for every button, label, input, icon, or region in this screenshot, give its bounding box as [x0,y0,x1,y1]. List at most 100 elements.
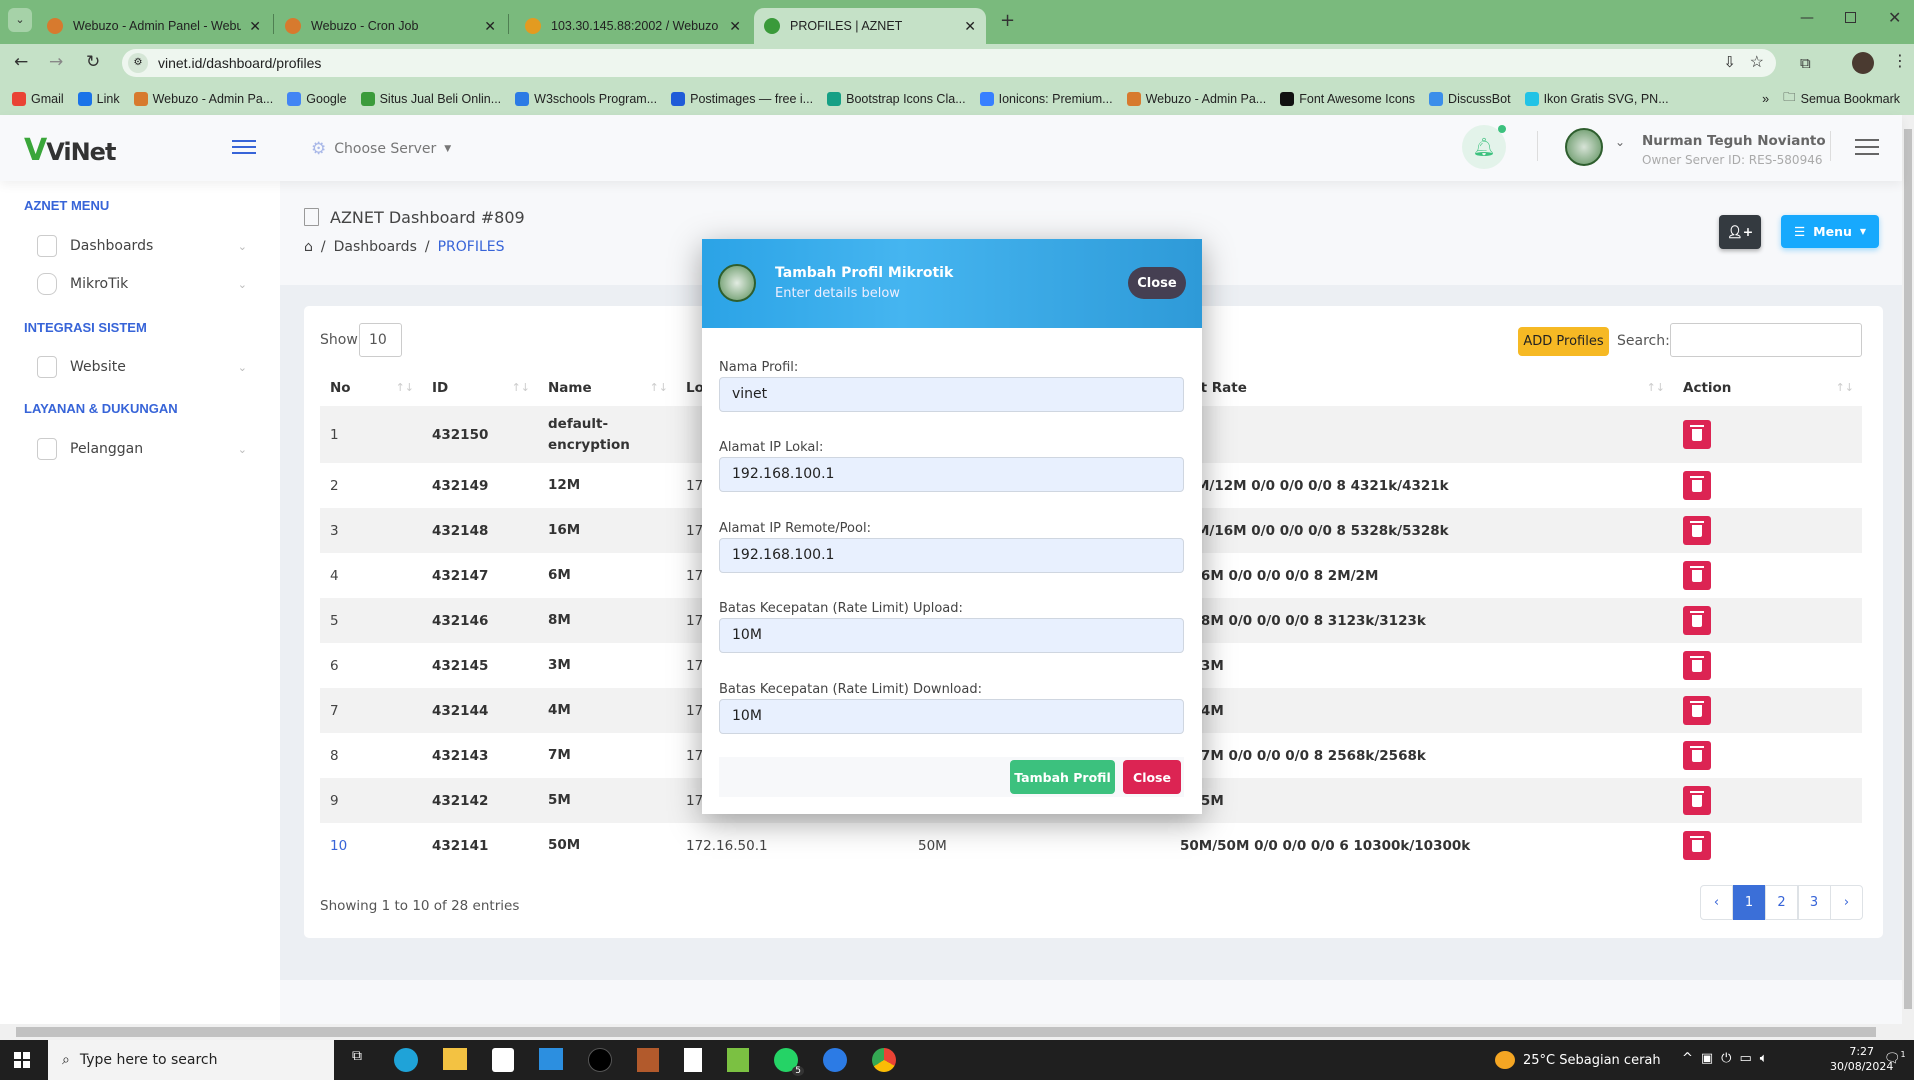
bookmark-item[interactable]: DiscussBot [1429,91,1511,106]
close-tab-icon[interactable]: ✕ [729,18,741,35]
tiktok-icon[interactable] [588,1048,612,1072]
tab-search-button[interactable]: ⌄ [8,8,32,32]
weather-widget[interactable]: 25°C Sebagian cerah [1495,1051,1661,1069]
forward-icon[interactable]: → [49,52,63,72]
bookmark-item[interactable]: Bootstrap Icons Cla... [827,91,966,106]
column-header[interactable]: it Rate ↑↓ [1170,370,1673,406]
extensions-icon[interactable]: ⧉ [1800,54,1811,72]
pagination-next[interactable]: › [1830,885,1863,920]
settings-menu-icon[interactable] [1855,139,1879,155]
new-tab-button[interactable]: + [1000,10,1015,31]
bookmark-item[interactable]: Ionicons: Premium... [979,91,1113,106]
delete-button[interactable] [1683,471,1711,500]
browser-tab[interactable]: Webuzo - Admin Panel - Webuzo ✕ [37,8,271,44]
notepad-icon[interactable] [727,1048,749,1072]
pagination-page-2[interactable]: 2 [1765,885,1798,920]
store-icon[interactable] [492,1048,514,1072]
page-length-select[interactable]: 10 [359,323,402,357]
restore-button[interactable] [1845,12,1856,23]
user-menu-chevron-icon[interactable]: ⌄ [1615,135,1625,149]
reload-icon[interactable]: ↻ [86,52,100,72]
vinet-logo[interactable]: VViNet [24,133,116,168]
system-tray[interactable]: ^▣⏻▭🔈︎ [1682,1051,1776,1066]
bookmark-item[interactable]: Gmail [12,91,64,106]
browser-tab[interactable]: PROFILES | AZNET ✕ [754,8,986,44]
column-header[interactable]: ID ↑↓ [422,370,538,406]
close-tab-icon[interactable]: ✕ [249,18,261,35]
browser-tab[interactable]: 103.30.145.88:2002 / Webuzo S ✕ [515,8,751,44]
install-app-icon[interactable]: ⇩ [1723,53,1736,71]
pagination-page-1[interactable]: 1 [1732,885,1766,920]
rate-upload-input[interactable]: 10M [719,618,1184,653]
bookmark-item[interactable]: Link [77,91,120,106]
chrome-icon[interactable] [872,1048,896,1072]
ip-lokal-input[interactable]: 192.168.100.1 [719,457,1184,492]
search-input[interactable] [1670,323,1862,357]
modal-close-button[interactable]: Close [1123,760,1181,794]
delete-button[interactable] [1683,516,1711,545]
column-header[interactable]: Action ↑↓ [1673,370,1862,406]
winrar-icon[interactable] [637,1048,659,1072]
delete-button[interactable] [1683,786,1711,815]
notification-center-icon[interactable]: 🗨︎1 [1884,1050,1906,1066]
bookmark-star-icon[interactable]: ☆ [1750,52,1764,72]
sidebar-item-mikrotik[interactable]: MikroTik ⌄ [37,273,247,295]
edge-icon[interactable] [394,1048,418,1072]
breadcrumb-dashboards[interactable]: Dashboards [334,239,417,255]
bookmark-item[interactable]: Postimages — free i... [671,91,813,106]
delete-button[interactable] [1683,696,1711,725]
delete-button[interactable] [1683,606,1711,635]
delete-button[interactable] [1683,651,1711,680]
pagination-prev[interactable]: ‹ [1700,885,1733,920]
close-tab-icon[interactable]: ✕ [964,18,976,35]
nama-profil-input[interactable]: vinet [719,377,1184,412]
notification-button[interactable]: 🔔︎ [1462,125,1506,169]
bookmark-item[interactable]: Google [287,91,347,106]
add-user-button[interactable]: 👤︎+ [1719,215,1761,249]
back-icon[interactable]: ← [14,52,28,72]
delete-button[interactable] [1683,741,1711,770]
bookmark-item[interactable]: Situs Jual Beli Onlin... [360,91,501,106]
profile-avatar[interactable] [1852,52,1874,74]
taskbar-search-box[interactable]: ⌕ Type here to search [48,1040,334,1080]
bookmark-item[interactable]: W3schools Program... [515,91,657,106]
horizontal-scrollbar[interactable] [0,1024,1914,1040]
column-header[interactable]: Name ↑↓ [538,370,676,406]
whatsapp-icon[interactable]: 5 [774,1048,804,1076]
delete-button[interactable] [1683,831,1711,860]
vertical-scrollbar[interactable] [1902,115,1914,1024]
column-header[interactable]: No ↑↓ [320,370,422,406]
bookmark-item[interactable]: Webuzo - Admin Pa... [133,91,273,106]
more-bookmarks-button[interactable]: » [1762,92,1769,106]
mail-icon[interactable] [539,1048,563,1070]
sidebar-item-website[interactable]: Website ⌄ [37,356,247,378]
sidebar-toggle-icon[interactable] [232,140,256,154]
browser-tab[interactable]: Webuzo - Cron Job ✕ [275,8,506,44]
browser-menu-icon[interactable]: ⋮ [1892,51,1908,70]
modal-close-top-button[interactable]: Close [1128,267,1186,299]
rate-download-input[interactable]: 10M [719,699,1184,734]
file-icon[interactable] [684,1048,702,1072]
minimize-button[interactable]: — [1800,10,1814,26]
user-avatar[interactable] [1565,128,1603,166]
bookmark-item[interactable]: Ikon Gratis SVG, PN... [1524,91,1669,106]
site-settings-icon[interactable]: ⚙ [128,53,148,73]
delete-button[interactable] [1683,420,1711,449]
bookmark-item[interactable]: Webuzo - Admin Pa... [1126,91,1266,106]
task-view-icon[interactable]: ⧉ [345,1048,369,1072]
tambah-profil-button[interactable]: Tambah Profil [1010,760,1115,794]
app-icon[interactable] [823,1048,847,1072]
address-bar[interactable]: ⚙ vinet.id/dashboard/profiles ⇩ ☆ [122,49,1776,77]
bookmark-item[interactable]: Font Awesome Icons [1280,91,1415,106]
add-profiles-button[interactable]: ADD Profiles [1518,327,1609,356]
choose-server-dropdown[interactable]: ⚙ Choose Server ▼ [311,139,451,159]
ip-remote-input[interactable]: 192.168.100.1 [719,538,1184,573]
sidebar-item-dashboards[interactable]: Dashboards ⌄ [37,235,247,257]
close-tab-icon[interactable]: ✕ [484,18,496,35]
file-explorer-icon[interactable] [443,1048,467,1070]
sidebar-item-pelanggan[interactable]: Pelanggan ⌄ [37,438,247,460]
close-window-button[interactable]: ✕ [1888,8,1901,27]
pagination-page-3[interactable]: 3 [1797,885,1831,920]
home-icon[interactable]: ⌂ [304,239,313,255]
windows-start-icon[interactable] [14,1052,30,1068]
